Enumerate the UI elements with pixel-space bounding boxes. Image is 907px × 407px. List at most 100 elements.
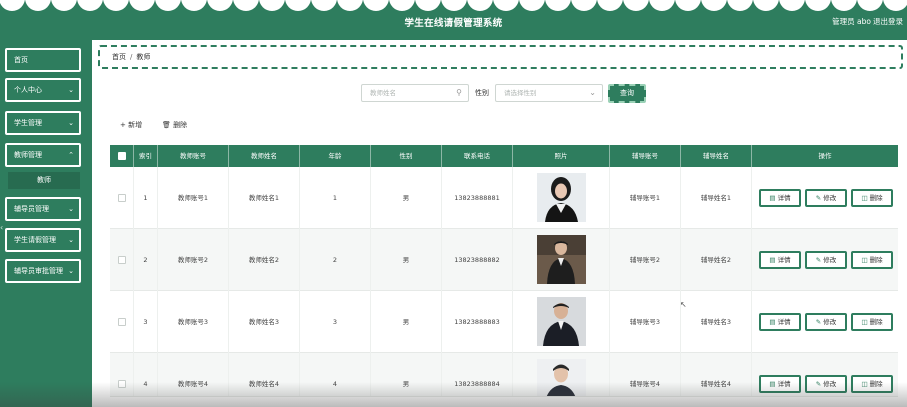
cell-operations: ▤ 详情 ✎ 修改 ◫ 删除 xyxy=(752,229,898,291)
delete-button[interactable]: ◫ 删除 xyxy=(851,189,893,207)
cell-operations: ▤ 详情 ✎ 修改 ◫ 删除 xyxy=(752,167,898,229)
sidebar-item-label: 首页 xyxy=(14,56,28,64)
table-header: 索引 教师账号 教师姓名 年龄 性别 联系电话 照片 辅导账号 辅导姓名 操作 xyxy=(110,145,898,167)
detail-label: 详情 xyxy=(777,256,791,264)
add-label: 新增 xyxy=(128,121,143,129)
cell-phone: 13823888884 xyxy=(442,353,513,396)
gender-select[interactable]: 请选择性别 ⌄ xyxy=(495,84,603,102)
cell-name: 教师姓名4 xyxy=(229,353,300,396)
add-button[interactable]: + 新增 xyxy=(120,120,142,130)
sidebar-item-teachers[interactable]: 教师管理 ⌃ xyxy=(5,143,81,167)
delete-label: 删除 xyxy=(173,121,188,129)
top-header: 学生在线请假管理系统 管理员 abo 退出登录 xyxy=(0,0,907,40)
sidebar-item-profile[interactable]: 个人中心 ⌄ xyxy=(5,78,81,102)
cell-photo xyxy=(513,167,610,229)
pencil-icon: ✎ xyxy=(815,194,822,202)
header-select-all[interactable] xyxy=(110,145,134,167)
select-all-checkbox[interactable] xyxy=(118,152,126,160)
sidebar-item-label: 学生管理 xyxy=(14,119,42,127)
query-button[interactable]: 查询 xyxy=(608,84,646,103)
detail-button[interactable]: ▤ 详情 xyxy=(759,313,801,331)
sidebar: 首页 个人中心 ⌄ 学生管理 ⌄ 教师管理 ⌃ 教师 辅导员管理 ⌄ 学生请假管… xyxy=(0,40,92,407)
sidebar-item-label: 教师管理 xyxy=(14,151,42,159)
trash-icon: ◫ xyxy=(861,380,868,388)
cell-tutor-account: 辅导账号2 xyxy=(610,229,681,291)
document-icon: ▤ xyxy=(769,318,776,326)
edit-button[interactable]: ✎ 修改 xyxy=(805,189,847,207)
cell-phone: 13823888881 xyxy=(442,167,513,229)
row-select-cell xyxy=(110,291,134,353)
delete-label: 删除 xyxy=(869,380,883,388)
row-checkbox[interactable] xyxy=(118,194,126,202)
delete-button[interactable]: ◫ 删除 xyxy=(851,251,893,269)
detail-label: 详情 xyxy=(777,194,791,202)
sidebar-item-counselor-approval[interactable]: 辅导员审批管理 ⌄ xyxy=(5,259,81,283)
chevron-down-icon: ⌄ xyxy=(68,86,74,94)
cell-account: 教师账号2 xyxy=(158,229,229,291)
cell-tutor-name: 辅导姓名1 xyxy=(681,167,752,229)
document-icon: ▤ xyxy=(769,380,776,388)
col-phone: 联系电话 xyxy=(442,145,513,167)
cell-tutor-account: 辅导账号3 xyxy=(610,291,681,353)
sidebar-item-counselors[interactable]: 辅导员管理 ⌄ xyxy=(5,197,81,221)
sidebar-item-label: 个人中心 xyxy=(14,86,42,94)
document-icon: ▤ xyxy=(769,194,776,202)
col-photo: 照片 xyxy=(513,145,610,167)
row-select-cell xyxy=(110,353,134,396)
chevron-up-icon: ⌃ xyxy=(68,151,74,159)
row-checkbox[interactable] xyxy=(118,380,126,388)
col-tutor-name: 辅导姓名 xyxy=(681,145,752,167)
logout-link[interactable]: 退出登录 xyxy=(873,16,903,27)
detail-button[interactable]: ▤ 详情 xyxy=(759,375,801,393)
teacher-photo xyxy=(537,235,586,284)
search-icon: ⚲ xyxy=(456,88,462,97)
user-name: 管理员 abo xyxy=(832,17,871,26)
teacher-name-search-input[interactable]: 教师姓名 ⚲ xyxy=(361,84,469,102)
cell-phone: 13823888882 xyxy=(442,229,513,291)
delete-button[interactable]: ◫ 删除 xyxy=(851,313,893,331)
delete-button[interactable]: ◫ 删除 xyxy=(851,375,893,393)
submenu-teacher[interactable]: 教师 xyxy=(8,172,80,189)
chevron-down-icon: ⌄ xyxy=(68,205,74,213)
cell-phone: 13823888883 xyxy=(442,291,513,353)
document-icon: ▤ xyxy=(769,256,776,264)
row-select-cell xyxy=(110,229,134,291)
row-checkbox[interactable] xyxy=(118,318,126,326)
sidebar-item-label: 辅导员管理 xyxy=(14,205,49,213)
cell-name: 教师姓名3 xyxy=(229,291,300,353)
gender-label: 性别 xyxy=(475,89,489,97)
row-checkbox[interactable] xyxy=(118,256,126,264)
detail-button[interactable]: ▤ 详情 xyxy=(759,251,801,269)
col-age: 年龄 xyxy=(300,145,371,167)
cell-gender: 男 xyxy=(371,291,442,353)
chevron-down-icon: ⌄ xyxy=(589,88,596,97)
trash-icon: 🗑 xyxy=(162,121,174,129)
search-bar: 教师姓名 ⚲ 性别 请选择性别 ⌄ 查询 xyxy=(92,84,907,104)
row-select-cell xyxy=(110,167,134,229)
cell-photo xyxy=(513,353,610,396)
cell-index: 1 xyxy=(134,167,158,229)
cell-name: 教师姓名2 xyxy=(229,229,300,291)
col-index: 索引 xyxy=(134,145,158,167)
cell-tutor-name: 辅导姓名3 xyxy=(681,291,752,353)
detail-label: 详情 xyxy=(777,318,791,326)
sidebar-item-home[interactable]: 首页 xyxy=(5,48,81,72)
edit-button[interactable]: ✎ 修改 xyxy=(805,313,847,331)
edit-button[interactable]: ✎ 修改 xyxy=(805,251,847,269)
chevron-down-icon: ⌄ xyxy=(68,267,74,275)
cell-gender: 男 xyxy=(371,229,442,291)
batch-delete-button[interactable]: 🗑 删除 xyxy=(162,120,187,130)
search-input-placeholder: 教师姓名 xyxy=(370,89,396,97)
teacher-photo xyxy=(537,173,586,222)
cell-account: 教师账号3 xyxy=(158,291,229,353)
edit-button[interactable]: ✎ 修改 xyxy=(805,375,847,393)
sidebar-item-students[interactable]: 学生管理 ⌄ xyxy=(5,111,81,135)
table-row: 2 教师账号2 教师姓名2 2 男 13823888882 辅导账号2 辅导姓名… xyxy=(110,229,898,291)
detail-button[interactable]: ▤ 详情 xyxy=(759,189,801,207)
cell-age: 2 xyxy=(300,229,371,291)
cell-tutor-name: 辅导姓名4 xyxy=(681,353,752,396)
sidebar-item-student-leave[interactable]: 学生请假管理 ⌄ xyxy=(5,228,81,252)
breadcrumb-home[interactable]: 首页 xyxy=(112,53,126,61)
cell-index: 2 xyxy=(134,229,158,291)
cell-age: 4 xyxy=(300,353,371,396)
